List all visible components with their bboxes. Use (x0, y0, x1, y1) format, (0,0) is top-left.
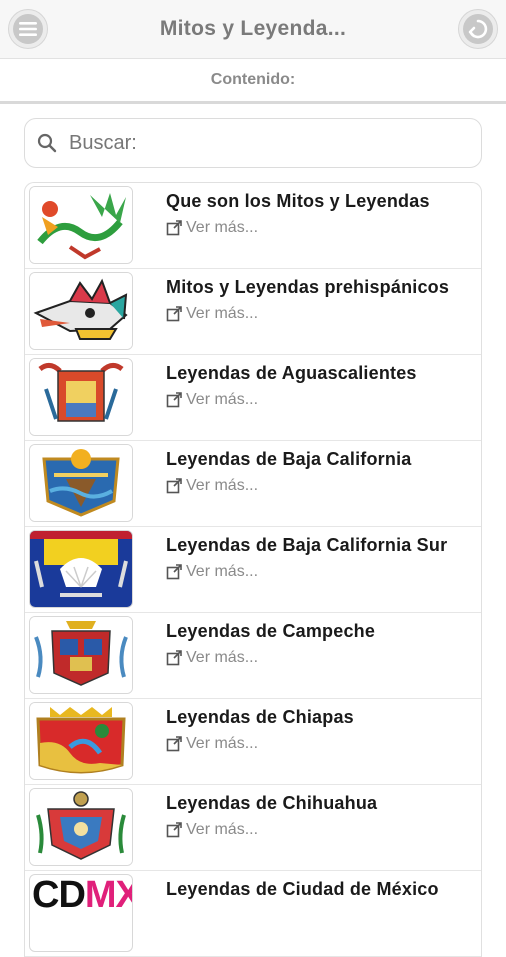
list-item[interactable]: Leyendas de Baja California Sur Ver más.… (25, 527, 481, 613)
list-item[interactable]: CDMX Leyendas de Ciudad de México (25, 871, 481, 957)
list-item[interactable]: Leyendas de Campeche Ver más... (25, 613, 481, 699)
see-more-label: Ver más... (186, 477, 259, 494)
list-item-title: Que son los Mitos y Leyendas (166, 191, 430, 211)
external-link-icon (166, 478, 182, 494)
aztec-glyph-thumbnail (29, 272, 133, 350)
see-more-link[interactable]: Ver más... (166, 477, 258, 495)
page-title: Mitos y Leyenda... (159, 17, 347, 40)
see-more-link[interactable]: Ver más... (166, 649, 258, 667)
back-button[interactable] (458, 9, 498, 49)
see-more-label: Ver más... (186, 649, 259, 666)
see-more-link[interactable]: Ver más... (166, 821, 258, 839)
app-header: Mitos y Leyenda... (0, 0, 506, 59)
list-item[interactable]: Que son los Mitos y Leyendas Ver más... (25, 183, 481, 269)
list-item-title: Leyendas de Campeche (166, 621, 376, 641)
list-item[interactable]: Leyendas de Baja California Ver más... (25, 441, 481, 527)
coat-of-arms-thumbnail (29, 702, 133, 780)
external-link-icon (166, 392, 182, 408)
see-more-label: Ver más... (186, 391, 259, 408)
external-link-icon (166, 564, 182, 580)
see-more-link[interactable]: Ver más... (166, 305, 258, 323)
menu-button[interactable] (8, 9, 48, 49)
list-item-title: Leyendas de Baja California (166, 449, 412, 469)
see-more-label: Ver más... (186, 735, 259, 752)
external-link-icon (166, 220, 182, 236)
external-link-icon (166, 650, 182, 666)
list-item[interactable]: Leyendas de Chihuahua Ver más... (25, 785, 481, 871)
search-icon (25, 119, 69, 167)
list-item[interactable]: Mitos y Leyendas prehispánicos Ver más..… (25, 269, 481, 355)
coat-of-arms-thumbnail (29, 616, 133, 694)
see-more-link[interactable]: Ver más... (166, 391, 258, 409)
list-item-title: Mitos y Leyendas prehispánicos (166, 277, 450, 297)
list-item-title: Leyendas de Baja California Sur (166, 535, 448, 555)
see-more-link[interactable]: Ver más... (166, 735, 258, 753)
list-item[interactable]: Leyendas de Chiapas Ver más... (25, 699, 481, 785)
external-link-icon (166, 736, 182, 752)
menu-icon (13, 14, 43, 44)
coat-of-arms-thumbnail (29, 530, 133, 608)
cdmx-logo-thumbnail: CDMX (29, 874, 133, 952)
coat-of-arms-thumbnail (29, 444, 133, 522)
aztec-serpent-thumbnail (29, 186, 133, 264)
coat-of-arms-thumbnail (29, 358, 133, 436)
see-more-link[interactable]: Ver más... (166, 563, 258, 581)
list-item-title: Leyendas de Chihuahua (166, 793, 378, 813)
list-item[interactable]: Leyendas de Aguascalientes Ver más... (25, 355, 481, 441)
search-box[interactable] (24, 118, 482, 168)
list-item-title: Leyendas de Chiapas (166, 707, 354, 727)
list-item-title: Leyendas de Aguascalientes (166, 363, 417, 383)
see-more-label: Ver más... (186, 219, 259, 236)
external-link-icon (166, 306, 182, 322)
list-item-title: Leyendas de Ciudad de México (166, 879, 439, 899)
content-subheader: Contenido: (0, 59, 506, 104)
cdmx-logo: CDMX (32, 874, 132, 916)
see-more-label: Ver más... (186, 821, 259, 838)
content-list: Que son los Mitos y Leyendas Ver más... … (24, 182, 482, 957)
coat-of-arms-thumbnail (29, 788, 133, 866)
back-arrow-icon (463, 14, 493, 44)
search-input[interactable] (69, 131, 449, 155)
see-more-label: Ver más... (186, 563, 259, 580)
external-link-icon (166, 822, 182, 838)
see-more-link[interactable]: Ver más... (166, 219, 258, 237)
see-more-label: Ver más... (186, 305, 259, 322)
